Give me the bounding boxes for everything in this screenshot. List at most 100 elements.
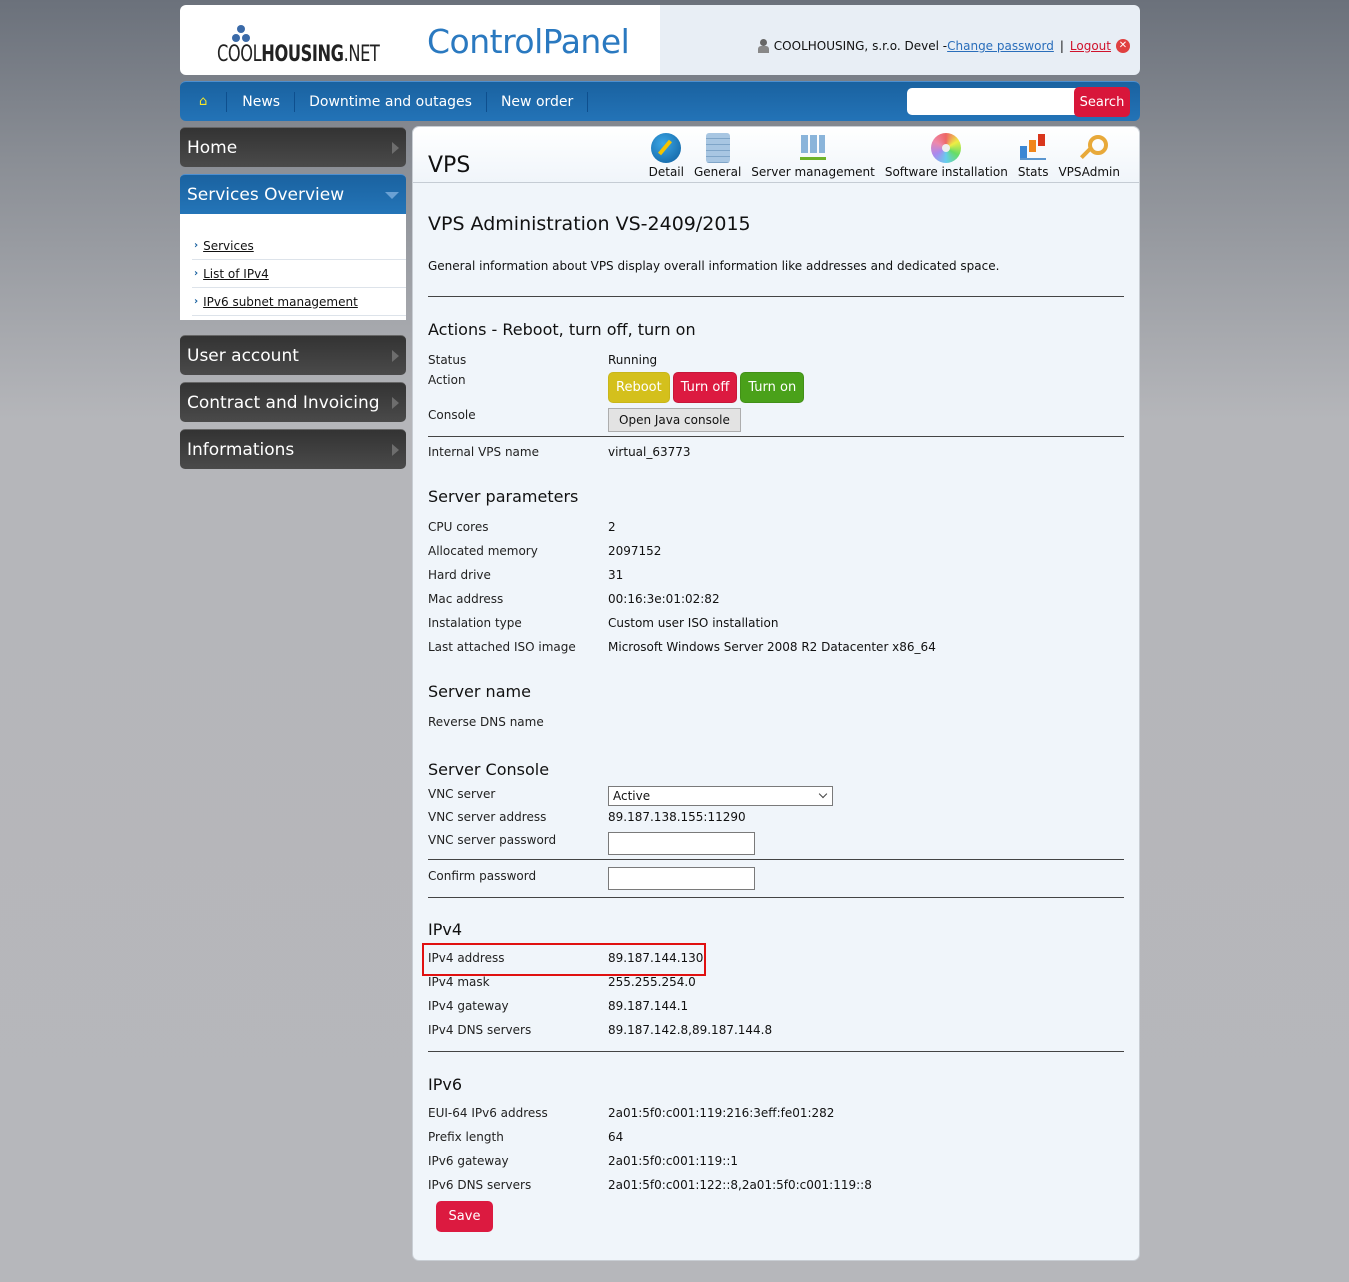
ipv4-row: IPv4 DNS servers 89.187.142.8,89.187.144.… (428, 1018, 1124, 1042)
internal-name-value: virtual_63773 (608, 445, 691, 459)
sidebar-item-informations[interactable]: Informations (180, 429, 406, 469)
field-label: Last attached ISO image (428, 640, 576, 654)
tool-stats[interactable]: Stats (1013, 133, 1054, 179)
field-label: CPU cores (428, 520, 489, 534)
app-title: ControlPanel (427, 21, 630, 61)
field-label: Action (428, 373, 466, 387)
field-label: IPv4 mask (428, 975, 490, 989)
chevron-right-icon: › (194, 268, 199, 279)
field-label: Allocated memory (428, 544, 538, 558)
change-password-link[interactable]: Change password (947, 39, 1054, 53)
key-icon (1074, 133, 1109, 163)
sidebar-item-label: Home (187, 137, 238, 158)
ipv6-row: EUI-64 IPv6 address 2a01:5f0:c001:119:216… (428, 1101, 1124, 1125)
param-row: Mac address 00:16:3e:01:02:82 (428, 587, 1124, 611)
user-info: COOLHOUSING, s.r.o. Devel - Change passw… (757, 39, 1130, 53)
pencil-icon (651, 133, 682, 163)
sidebar-item-contract-invoicing[interactable]: Contract and Invoicing (180, 382, 406, 422)
ipv6-row: IPv6 gateway 2a01:5f0:c001:119::1 (428, 1149, 1124, 1173)
field-label: VNC server password (428, 833, 557, 847)
tool-detail[interactable]: Detail (644, 133, 689, 179)
divider (428, 1051, 1124, 1052)
action-buttons: Reboot Turn off Turn on (608, 372, 807, 403)
home-icon: ⌂ (199, 94, 208, 109)
status-value: Running (608, 353, 658, 367)
sidebar-item-user-account[interactable]: User account (180, 335, 406, 375)
submenu-link[interactable]: List of IPv4 (203, 267, 269, 281)
confirm-password-row: Confirm password (428, 860, 1124, 897)
turn-on-button[interactable]: Turn on (740, 372, 805, 403)
field-label: Status (428, 353, 467, 367)
submenu-item-services[interactable]: › Services (192, 232, 406, 260)
field-value: 2 (608, 520, 616, 534)
coolhousing-logo[interactable]: COOLHOUSING.NET (217, 20, 387, 70)
nav-news[interactable]: News (227, 92, 296, 112)
field-value: 64 (608, 1130, 624, 1144)
server-params-list: CPU cores 2 Allocated memory 2097152 Hard … (428, 515, 1124, 659)
sidebar: Home Services Overview › Services › List… (180, 127, 406, 476)
tool-label: Software installation (884, 165, 1008, 179)
logout-icon[interactable]: ✕ (1116, 39, 1130, 53)
tool-label: Detail (648, 165, 684, 179)
tool-server-management[interactable]: Server management (746, 133, 880, 179)
tool-software-installation[interactable]: Software installation (880, 133, 1013, 179)
field-value: 89.187.144.1 (608, 999, 689, 1013)
vnc-password-input[interactable] (608, 831, 755, 855)
section-title-ipv6: IPv6 (428, 1075, 463, 1094)
turn-off-button[interactable]: Turn off (672, 372, 738, 403)
section-title-server-name: Server name (428, 682, 531, 701)
sidebar-item-services-overview[interactable]: Services Overview (180, 174, 406, 214)
field-value: 2a01:5f0:c001:119:216:3eff:fe01:282 (608, 1106, 835, 1120)
param-row: CPU cores 2 (428, 515, 1124, 539)
ipv4-row: IPv4 gateway 89.187.144.1 (428, 994, 1124, 1018)
vnc-server-select[interactable]: Active (608, 786, 833, 806)
internal-name-row: Internal VPS name virtual_63773 (428, 440, 1124, 464)
ipv6-row: IPv6 DNS servers 2a01:5f0:c001:122::8,2a0… (428, 1173, 1124, 1197)
submenu-link[interactable]: IPv6 subnet management (203, 295, 358, 309)
chevron-right-icon (392, 397, 399, 409)
reboot-button[interactable]: Reboot (608, 372, 670, 403)
database-icon (705, 133, 730, 163)
field-value: Custom user ISO installation (608, 616, 779, 630)
user-name: COOLHOUSING, s.r.o. Devel - (773, 39, 948, 53)
search-input[interactable] (907, 88, 1077, 115)
field-label: Mac address (428, 592, 504, 606)
search-button[interactable]: Search (1074, 87, 1130, 117)
confirm-password-input[interactable] (608, 867, 755, 890)
save-row: Save (428, 1201, 1124, 1232)
header-user-area: COOLHOUSING, s.r.o. Devel - Change passw… (660, 5, 1140, 75)
nav-home[interactable]: ⌂ (180, 92, 228, 112)
selected-value: Active (613, 789, 651, 803)
logout-link[interactable]: Logout (1070, 39, 1111, 53)
field-value: 255.255.254.0 (608, 975, 696, 989)
main-panel: VPS Detail General Server management Sof… (412, 126, 1140, 1261)
field-label: Internal VPS name (428, 445, 539, 459)
field-value: 31 (608, 568, 624, 582)
field-label: Prefix length (428, 1130, 504, 1144)
field-label: IPv4 gateway (428, 999, 509, 1013)
field-label: Hard drive (428, 568, 491, 582)
section-title-actions: Actions - Reboot, turn off, turn on (428, 320, 696, 339)
nav-new-order[interactable]: New order (487, 92, 589, 112)
tool-general[interactable]: General (689, 133, 746, 179)
submenu-item-list-of-ipv4[interactable]: › List of IPv4 (192, 260, 406, 288)
open-java-console-button[interactable]: Open Java console (608, 408, 741, 432)
field-label: VNC server address (428, 810, 547, 824)
chevron-right-icon (392, 444, 399, 456)
sidebar-item-home[interactable]: Home (180, 127, 406, 167)
intro-text: General information about VPS display ov… (428, 259, 1000, 273)
sidebar-item-label: Contract and Invoicing (187, 392, 380, 413)
param-row: Allocated memory 2097152 (428, 539, 1124, 563)
submenu-link[interactable]: Services (203, 239, 254, 253)
vnc-address-row: VNC server address 89.187.138.155:11290 (428, 807, 1124, 827)
save-button[interactable]: Save (436, 1201, 493, 1232)
tool-label: Server management (751, 165, 875, 179)
section-title-server-parameters: Server parameters (428, 487, 579, 506)
nav-downtime-outages[interactable]: Downtime and outages (295, 92, 487, 112)
tool-vpsadmin[interactable]: VPSAdmin (1053, 133, 1125, 179)
submenu-item-ipv6-subnet[interactable]: › IPv6 subnet management (192, 288, 406, 316)
ipv6-list: EUI-64 IPv6 address 2a01:5f0:c001:119:216… (428, 1101, 1124, 1197)
separator: | (1059, 39, 1064, 53)
logo-text: COOLHOUSING.NET (217, 42, 380, 67)
sidebar-item-label: Services Overview (187, 184, 345, 205)
